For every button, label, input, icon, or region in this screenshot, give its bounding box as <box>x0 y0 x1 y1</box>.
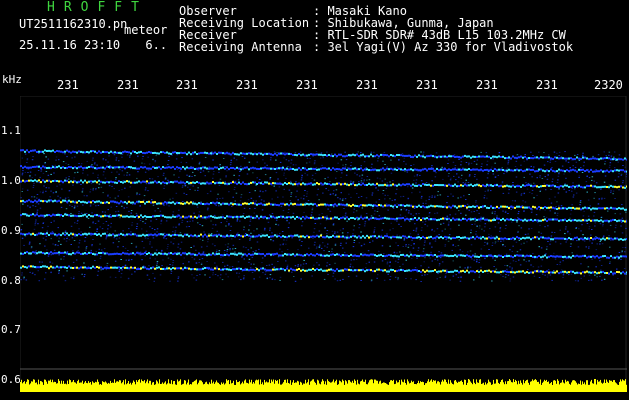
x-tick: 231 <box>476 78 498 92</box>
y-tick: 0.7 <box>1 323 21 336</box>
antenna-value: : 3el Yagi(V) Az 330 for Vladivostok <box>313 40 574 54</box>
signal-band <box>20 199 627 211</box>
datetime: 25.11.16 23:10 6.. <box>19 38 167 52</box>
x-tick: 231 <box>176 78 198 92</box>
count-label: 6.. <box>145 38 168 52</box>
spectrogram-canvas <box>20 96 627 392</box>
file-name: UT2511162310.pn <box>19 17 128 31</box>
plot-frame <box>20 96 627 392</box>
y-tick: 0.8 <box>1 274 21 287</box>
signal-band <box>20 179 627 189</box>
x-tick: 231 <box>356 78 378 92</box>
signal-band <box>20 149 627 161</box>
y-tick: 1.1 <box>1 124 21 137</box>
signal-band <box>20 232 627 241</box>
meteor-label: meteor <box>124 23 168 37</box>
hrofft-logo: HROFFT <box>47 0 148 15</box>
spectrogram <box>20 96 627 392</box>
x-tick: 2320 <box>594 78 623 92</box>
x-tick: 231 <box>236 78 258 92</box>
x-tick: 231 <box>117 78 139 92</box>
x-tick: 231 <box>57 78 79 92</box>
x-tick: 231 <box>296 78 318 92</box>
antenna-label: Receiving Antenna <box>179 40 302 54</box>
noise-level-bar <box>20 379 627 392</box>
datetime-value: 25.11.16 23:10 <box>19 38 121 52</box>
signal-band <box>20 165 627 173</box>
y-tick: 0.6 <box>1 373 21 386</box>
y-unit-label: kHz <box>2 73 22 86</box>
signal-band <box>20 251 627 259</box>
y-tick: 1.0 <box>1 174 21 187</box>
x-tick: 231 <box>416 78 438 92</box>
y-tick: 0.9 <box>1 224 21 237</box>
x-tick: 231 <box>536 78 558 92</box>
